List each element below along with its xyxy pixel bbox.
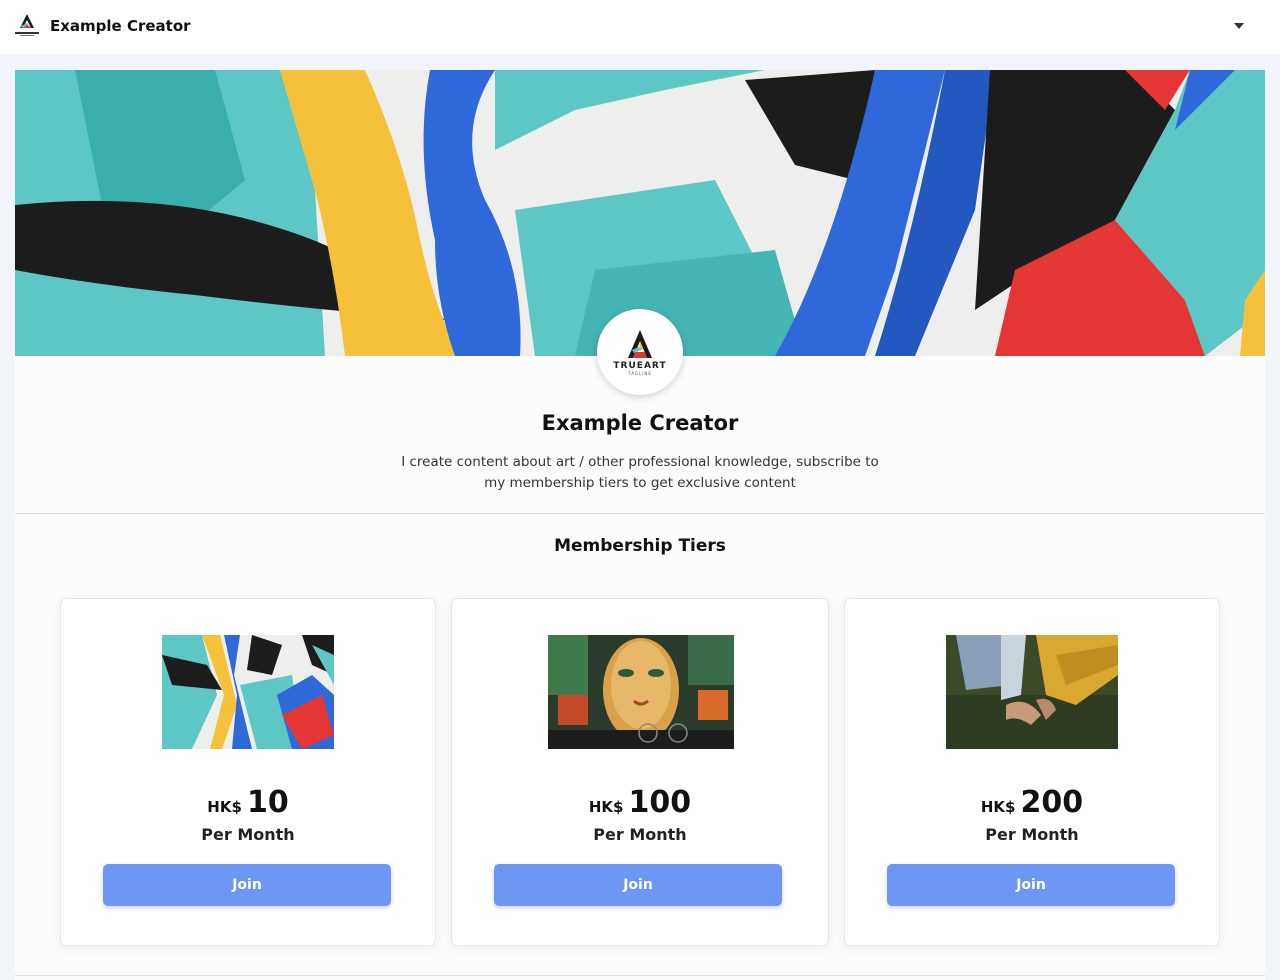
tier-amount: 200 <box>1020 785 1084 820</box>
tier-image <box>946 635 1118 749</box>
join-button[interactable]: Join <box>103 864 391 906</box>
top-bar: Example Creator <box>0 0 1280 54</box>
tier-amount: 10 <box>246 785 289 820</box>
tier-card: HK$ 10 Per Month Join <box>60 598 436 946</box>
trueart-logo-icon[interactable] <box>12 12 42 38</box>
creator-description: I create content about art / other profe… <box>401 454 879 491</box>
tier-price: HK$ 100 <box>452 785 828 820</box>
tier-period: Per Month <box>201 825 295 844</box>
membership-tiers-heading: Membership Tiers <box>554 536 726 556</box>
creator-name: Example Creator <box>541 411 739 435</box>
tier-image <box>548 635 734 749</box>
avatar-tagline-text: TAGLINE <box>628 371 652 376</box>
tier-period: Per Month <box>985 825 1079 844</box>
creator-avatar: TRUEART TAGLINE <box>597 309 683 395</box>
avatar-brand-text: TRUEART <box>613 361 667 371</box>
trueart-logo-icon <box>628 330 652 358</box>
join-button[interactable]: Join <box>887 864 1175 906</box>
tier-currency: HK$ <box>207 798 242 816</box>
tier-price: HK$ 200 <box>845 785 1219 820</box>
tier-period: Per Month <box>593 825 687 844</box>
creator-page: TRUEART TAGLINE Example Creator I create… <box>15 70 1265 980</box>
tier-currency: HK$ <box>980 798 1016 816</box>
tier-price: HK$ 10 <box>61 785 435 820</box>
section-divider <box>15 513 1265 514</box>
chevron-down-icon[interactable] <box>1233 18 1245 34</box>
header-brand-name[interactable]: Example Creator <box>50 17 191 35</box>
tier-card: HK$ 100 Per Month Join <box>451 598 829 946</box>
tier-amount: 100 <box>628 785 692 820</box>
section-divider <box>15 975 1265 976</box>
tier-card: HK$ 200 Per Month Join <box>844 598 1220 946</box>
tier-image <box>162 635 334 749</box>
join-button[interactable]: Join <box>494 864 782 906</box>
tier-currency: HK$ <box>588 798 624 816</box>
